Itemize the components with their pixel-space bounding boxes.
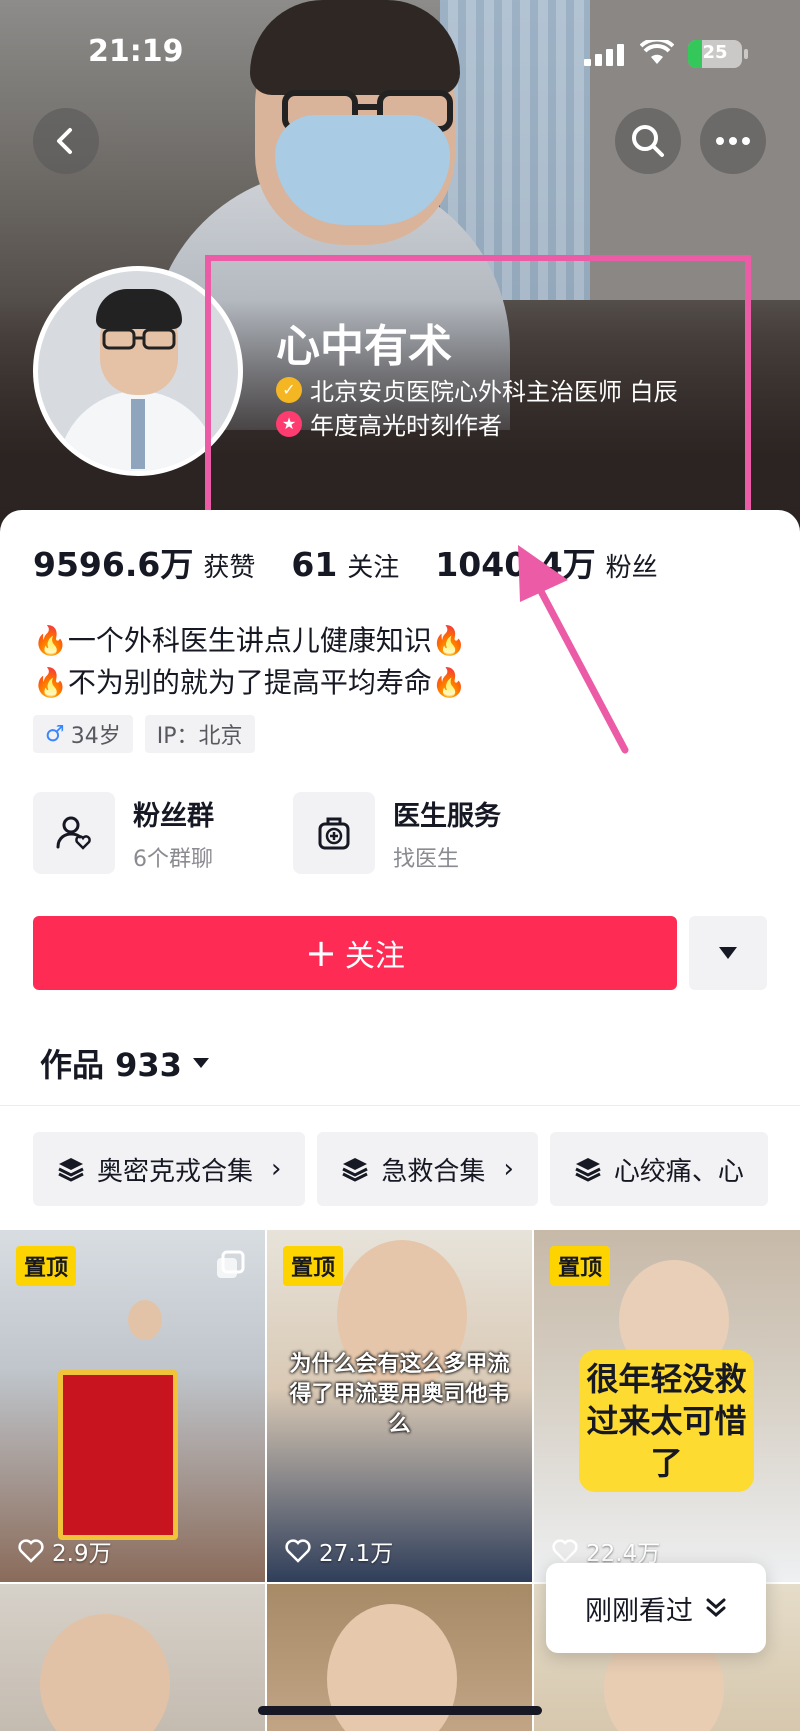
collection-chip[interactable]: 奥密克戎合集 › <box>33 1132 306 1206</box>
profile-nickname: 心中有术 <box>276 321 452 372</box>
heart-icon <box>552 1539 578 1563</box>
bio-text: 不为别的就为了提高平均寿命 <box>67 666 432 699</box>
video-tile[interactable]: 置顶 2.9万 <box>0 1230 265 1582</box>
award-line[interactable]: ★ 年度高光时刻作者 <box>276 406 502 441</box>
service-subtitle: 6个群聊 <box>133 846 213 872</box>
stat-label: 关注 <box>347 553 400 583</box>
service-title: 粉丝群 <box>133 800 214 832</box>
follow-row: + 关注 <box>33 916 767 990</box>
profile-tags: ♂ 34岁 IP：北京 <box>33 715 255 753</box>
more-button[interactable] <box>700 108 766 174</box>
bio-line: 🔥 一个外科医生讲点儿健康知识 🔥 <box>33 620 467 662</box>
collection-label: 心绞痛、心 <box>613 1156 744 1187</box>
fan-group-icon <box>33 792 115 874</box>
like-value: 27.1万 <box>319 1541 394 1567</box>
video-caption: 很年轻没救过来太可惜了 <box>579 1350 754 1492</box>
tab-works[interactable]: 作品 933 <box>40 1040 210 1086</box>
video-tile[interactable]: 置顶 很年轻没救过来太可惜了 22.4万 <box>534 1230 800 1582</box>
caret-down-icon <box>719 947 737 959</box>
fire-emoji-icon: 🔥 <box>33 666 68 699</box>
ip-tag: IP：北京 <box>144 715 255 753</box>
layers-icon <box>58 1158 84 1182</box>
follow-button[interactable]: + 关注 <box>33 916 677 990</box>
collection-label: 急救合集 <box>381 1156 486 1187</box>
service-title: 医生服务 <box>393 800 501 832</box>
annotation-arrow <box>518 545 629 754</box>
recently-viewed-label: 刚刚看过 <box>585 1595 693 1627</box>
battery-level: 25 <box>702 42 728 63</box>
pinned-badge: 置顶 <box>16 1246 77 1286</box>
layers-icon <box>342 1158 369 1182</box>
layers-icon <box>575 1158 601 1182</box>
heart-icon <box>285 1539 311 1563</box>
service-subtitle: 找医生 <box>393 846 460 872</box>
stat-value: 61 <box>291 545 338 584</box>
age-tag: ♂ 34岁 <box>33 715 133 753</box>
ip-text: IP：北京 <box>156 724 243 749</box>
pinned-badge: 置顶 <box>283 1246 344 1286</box>
fire-emoji-icon: 🔥 <box>431 624 467 657</box>
chevron-right-icon: › <box>503 1154 514 1184</box>
medical-kit-icon <box>293 792 375 874</box>
like-count: 2.9万 <box>18 1534 112 1568</box>
divider <box>0 1105 800 1106</box>
stat-following[interactable]: 61 关注 <box>291 545 399 584</box>
cellular-signal-icon <box>584 44 624 66</box>
collection-chip[interactable]: 急救合集 › <box>317 1132 538 1206</box>
status-bar: 21:19 25 <box>0 30 800 74</box>
double-chevron-down-icon <box>706 1598 726 1617</box>
wifi-icon <box>640 40 674 64</box>
caret-down-icon <box>192 1058 209 1068</box>
fire-emoji-icon: 🔥 <box>33 624 68 657</box>
video-grid: 置顶 2.9万 置顶 为什么会有这么多甲流得了甲流要用奥司他韦么 27.1万 置… <box>0 1230 800 1731</box>
collections-row: 奥密克戎合集 › 急救合集 › 心绞痛、心 <box>33 1132 800 1206</box>
star-badge-icon: ★ <box>276 410 302 437</box>
service-entries: 粉丝群 6个群聊 医生服务 找医生 <box>33 792 513 874</box>
plus-icon: + <box>305 931 337 975</box>
heart-icon <box>18 1539 44 1563</box>
status-time: 21:19 <box>88 34 184 69</box>
fire-emoji-icon: 🔥 <box>431 666 467 699</box>
collection-label: 奥密克戎合集 <box>97 1156 254 1187</box>
bio-line: 🔥 不为别的就为了提高平均寿命 🔥 <box>33 662 467 704</box>
award-text: 年度高光时刻作者 <box>310 412 502 440</box>
collection-chip[interactable]: 心绞痛、心 <box>549 1132 768 1206</box>
multi-image-icon <box>217 1250 245 1278</box>
profile-card: 9596.6万 获赞 61 关注 1040.4万 粉丝 🔥 一个外科医生讲点儿健… <box>0 510 800 1731</box>
search-icon <box>632 125 664 157</box>
like-value: 2.9万 <box>52 1541 112 1567</box>
age-text: 34岁 <box>70 724 121 749</box>
verified-check-icon: ✓ <box>276 376 302 403</box>
works-label: 作品 933 <box>40 1046 182 1084</box>
like-count: 27.1万 <box>285 1534 393 1568</box>
stat-value: 9596.6万 <box>33 545 194 584</box>
more-dots-icon <box>716 137 750 145</box>
pinned-badge: 置顶 <box>550 1246 611 1286</box>
battery-icon: 25 <box>688 40 742 68</box>
search-button[interactable] <box>615 108 681 174</box>
follow-label: 关注 <box>344 939 405 974</box>
doctor-service-entry[interactable]: 医生服务 找医生 <box>293 792 513 874</box>
banner-image <box>58 1370 178 1540</box>
recommend-dropdown-button[interactable] <box>689 916 767 990</box>
video-caption: 为什么会有这么多甲流得了甲流要用奥司他韦么 <box>289 1352 510 1437</box>
stat-likes[interactable]: 9596.6万 获赞 <box>33 538 255 586</box>
chevron-right-icon: › <box>271 1154 282 1184</box>
chevron-left-icon <box>57 128 72 154</box>
bio-text: 一个外科医生讲点儿健康知识 <box>67 624 432 657</box>
recently-viewed-button[interactable]: 刚刚看过 <box>546 1563 766 1653</box>
back-button[interactable] <box>33 108 99 174</box>
certification-text: 北京安贞医院心外科主治医师 白辰 <box>310 378 678 406</box>
stat-label: 获赞 <box>203 553 256 583</box>
home-indicator[interactable] <box>258 1706 542 1715</box>
video-tile[interactable] <box>0 1584 265 1731</box>
certification-line: ✓ 北京安贞医院心外科主治医师 白辰 <box>276 372 678 407</box>
fan-group-entry[interactable]: 粉丝群 6个群聊 <box>33 792 253 874</box>
male-icon: ♂ <box>45 721 65 747</box>
bio: 🔥 一个外科医生讲点儿健康知识 🔥 🔥 不为别的就为了提高平均寿命 🔥 <box>33 620 467 704</box>
video-tile[interactable]: 置顶 为什么会有这么多甲流得了甲流要用奥司他韦么 27.1万 <box>267 1230 532 1582</box>
